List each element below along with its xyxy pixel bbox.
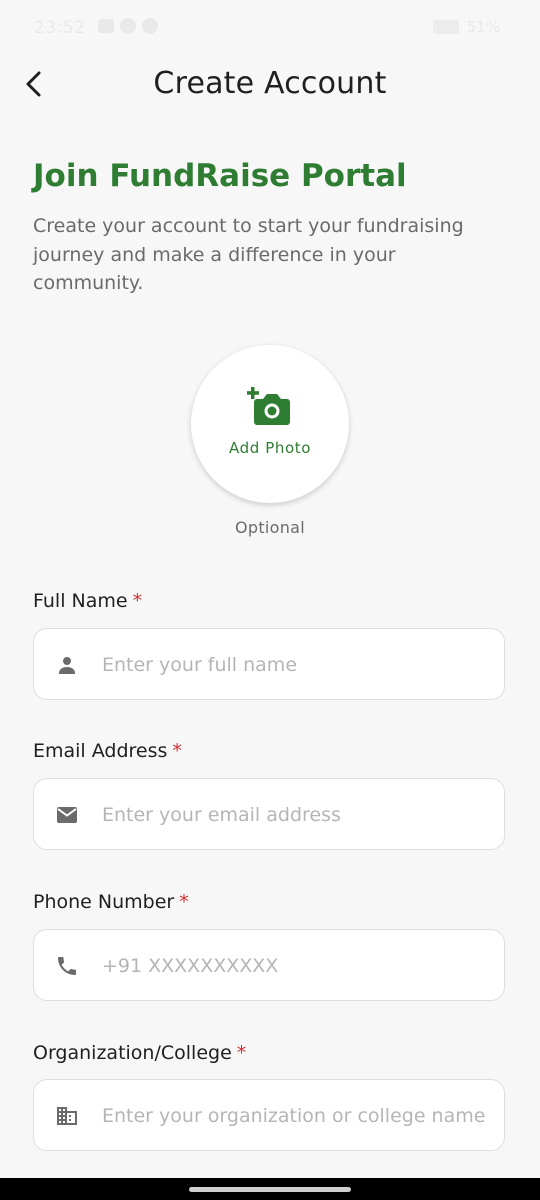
photo-optional-text: Optional bbox=[234, 518, 306, 537]
intro-subtitle: Create your account to start your fundra… bbox=[33, 215, 464, 294]
home-gesture-handle[interactable] bbox=[189, 1187, 351, 1192]
app-header: Create Account bbox=[0, 56, 540, 112]
notification-icons bbox=[98, 18, 158, 34]
email-field[interactable] bbox=[33, 778, 505, 851]
status-time: 23:52 bbox=[34, 18, 86, 38]
phone-label-text: Phone Number bbox=[33, 891, 175, 913]
organization-label: Organization/College * bbox=[33, 1042, 246, 1064]
email-input[interactable] bbox=[100, 779, 499, 851]
phone-field[interactable] bbox=[33, 929, 505, 1002]
full-name-field[interactable] bbox=[33, 628, 505, 701]
page-title: Create Account bbox=[153, 66, 387, 101]
email-icon bbox=[57, 807, 77, 823]
phone-icon bbox=[58, 957, 76, 975]
status-right: 51% bbox=[432, 18, 500, 36]
person-icon bbox=[59, 657, 75, 674]
whatsapp-icon bbox=[142, 18, 158, 34]
battery-level: 51% bbox=[466, 18, 500, 36]
building-icon bbox=[57, 1107, 77, 1125]
system-nav-bar bbox=[0, 1178, 540, 1200]
required-mark: * bbox=[132, 590, 143, 612]
email-label: Email Address * bbox=[33, 740, 182, 762]
add-camera-icon bbox=[247, 387, 290, 425]
signal-icon bbox=[432, 20, 459, 34]
organization-input[interactable] bbox=[100, 1080, 499, 1152]
full-name-label-text: Full Name bbox=[33, 590, 128, 612]
email-label-text: Email Address bbox=[33, 740, 168, 762]
full-name-label: Full Name * bbox=[33, 590, 142, 612]
organization-field[interactable] bbox=[33, 1079, 505, 1152]
status-bar: 23:52 51% bbox=[0, 0, 540, 56]
intro-heading: Join FundRaise Portal bbox=[33, 158, 407, 194]
gallery-icon bbox=[98, 19, 114, 33]
phone-label: Phone Number * bbox=[33, 891, 189, 913]
required-mark: * bbox=[179, 891, 189, 913]
add-photo-button[interactable]: Add Photo bbox=[191, 345, 349, 503]
add-photo-label: Add Photo bbox=[229, 439, 311, 457]
message-icon bbox=[120, 18, 136, 34]
phone-input[interactable] bbox=[100, 930, 499, 1002]
required-mark: * bbox=[172, 740, 182, 762]
required-mark: * bbox=[236, 1042, 247, 1064]
full-name-input[interactable] bbox=[100, 629, 499, 701]
organization-label-text: Organization/College bbox=[33, 1042, 232, 1064]
